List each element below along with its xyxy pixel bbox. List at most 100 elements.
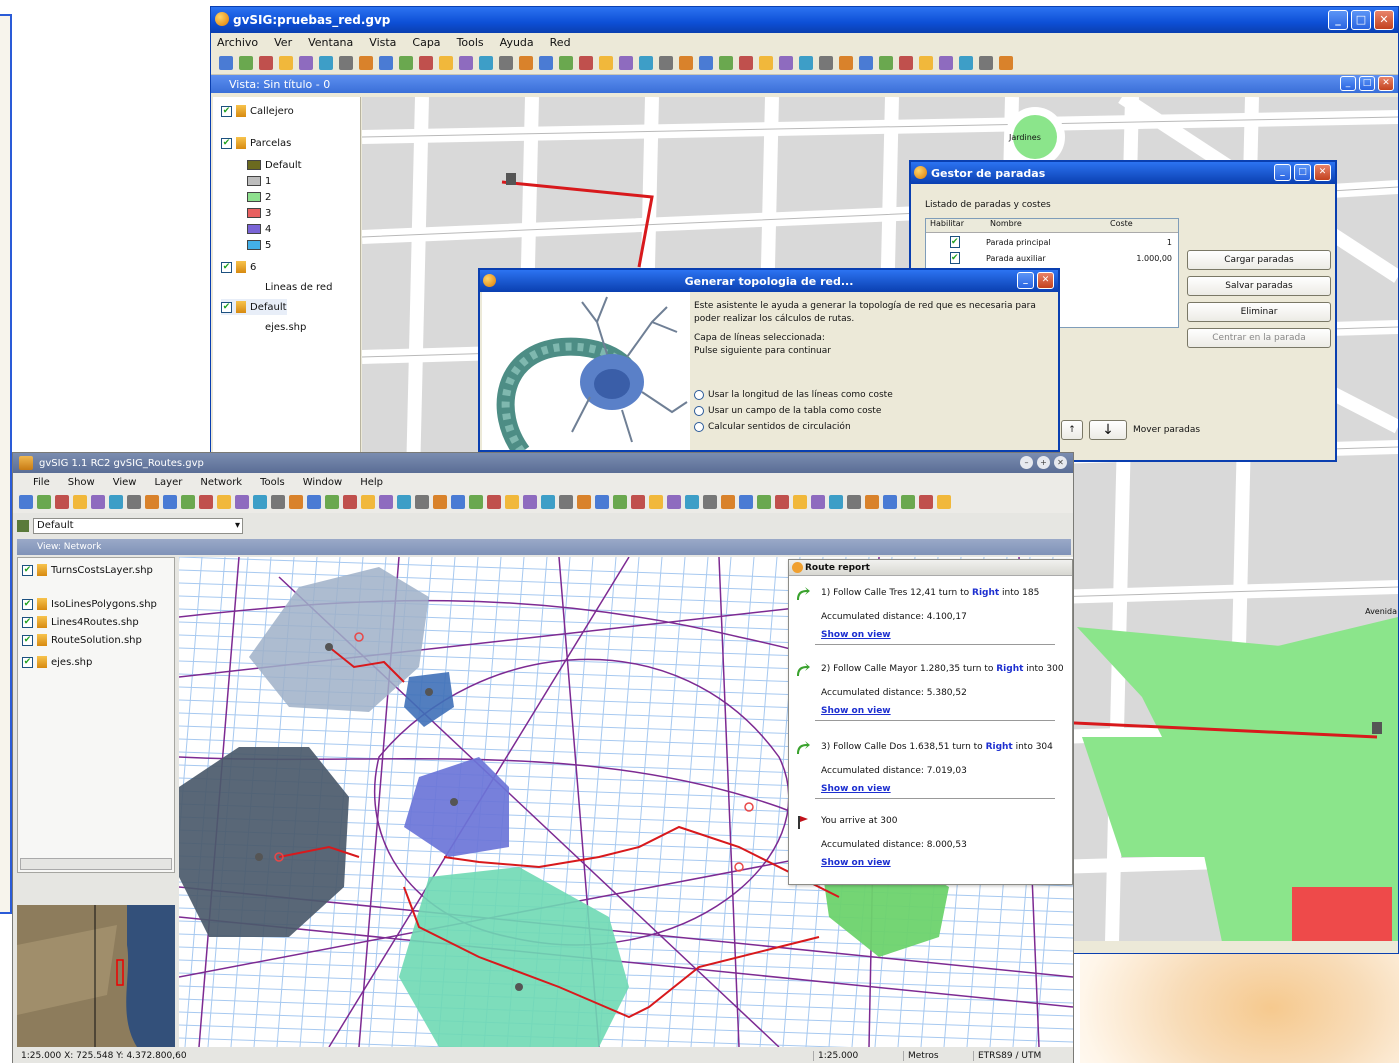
table-header[interactable]: Coste (1106, 219, 1176, 232)
front-map-canvas[interactable]: Route report 1) Follow Calle Tres 12,41 … (179, 557, 1073, 1047)
toolbar-tool-icon[interactable] (539, 55, 553, 70)
menu-item[interactable]: Network (200, 477, 242, 488)
toolbar-tool-icon[interactable] (73, 495, 87, 509)
toolbar-tool-icon[interactable] (937, 495, 951, 509)
toolbar-tool-icon[interactable] (703, 495, 717, 509)
toolbar-tool-icon[interactable] (479, 55, 493, 70)
menu-item[interactable]: Help (360, 477, 383, 488)
toolbar-tool-icon[interactable] (839, 55, 853, 70)
toolbar-tool-icon[interactable] (577, 495, 591, 509)
menu-item[interactable]: Window (303, 477, 342, 488)
toolbar-tool-icon[interactable] (239, 55, 253, 70)
toolbar-tool-icon[interactable] (759, 55, 773, 70)
toolbar-tool-icon[interactable] (253, 495, 267, 509)
toolbar-tool-icon[interactable] (919, 495, 933, 509)
center-flag-button[interactable]: Centrar en la parada (1187, 328, 1331, 348)
toc-layer[interactable]: ✔ Parcelas (221, 135, 291, 151)
toolbar-tool-icon[interactable] (379, 55, 393, 70)
menu-item[interactable]: View (113, 477, 137, 488)
close-button[interactable]: ✕ (1314, 164, 1331, 181)
menu-item[interactable]: Vista (369, 36, 396, 49)
toolbar-tool-icon[interactable] (979, 55, 993, 70)
view-minimize-button[interactable]: _ (1340, 76, 1356, 91)
toc-layer[interactable]: ✔ IsoLinesPolygons.shp (22, 596, 157, 612)
close-button[interactable]: ✕ (1037, 272, 1054, 289)
toc-layer[interactable]: ✔ ejes.shp (22, 654, 92, 670)
layer-checkbox[interactable]: ✔ (22, 616, 33, 628)
delete-flag-button[interactable]: Eliminar (1187, 302, 1331, 322)
toolbar-tool-icon[interactable] (919, 55, 933, 70)
route-report-header[interactable]: Route report (789, 560, 1072, 576)
toc-scrollbar[interactable] (20, 858, 172, 870)
layer-checkbox[interactable]: ✔ (22, 598, 33, 610)
toolbar-tool-icon[interactable] (459, 55, 473, 70)
layer-checkbox[interactable]: ✔ (221, 105, 232, 117)
toolbar-tool-icon[interactable] (181, 495, 195, 509)
toolbar-tool-icon[interactable] (595, 495, 609, 509)
maximize-button[interactable]: □ (1351, 10, 1371, 30)
back-view-titlebar[interactable]: Vista: Sin título - 0 _ □ ✕ (211, 75, 1398, 93)
toolbar-tool-icon[interactable] (19, 495, 33, 509)
toolbar-tool-icon[interactable] (659, 55, 673, 70)
show-on-view-link[interactable]: Show on view (821, 858, 891, 868)
toolbar-tool-icon[interactable] (433, 495, 447, 509)
toolbar-tool-icon[interactable] (325, 495, 339, 509)
minimize-button[interactable]: _ (1328, 10, 1348, 30)
toc-layer[interactable]: ✔ 6 (221, 259, 256, 275)
toolbar-tool-icon[interactable] (721, 495, 735, 509)
toolbar-tool-icon[interactable] (415, 495, 429, 509)
toc-layer-selected[interactable]: ✔ Default (221, 299, 287, 315)
menu-item[interactable]: Tools (260, 477, 285, 488)
load-flags-button[interactable]: Cargar paradas (1187, 250, 1331, 270)
view-close-button[interactable]: ✕ (1378, 76, 1394, 91)
toolbar-tool-icon[interactable] (999, 55, 1013, 70)
toolbar-tool-icon[interactable] (901, 495, 915, 509)
menu-item[interactable]: Show (68, 477, 95, 488)
toc-layer[interactable]: ✔ RouteSolution.shp (22, 632, 142, 648)
toolbar-tool-icon[interactable] (343, 495, 357, 509)
scale-combo[interactable]: Default (33, 518, 243, 534)
save-flags-button[interactable]: Salvar paradas (1187, 276, 1331, 296)
toolbar-tool-icon[interactable] (519, 55, 533, 70)
toolbar-tool-icon[interactable] (379, 495, 393, 509)
menu-item[interactable]: Layer (154, 477, 182, 488)
menu-item[interactable]: Archivo (217, 36, 258, 49)
toolbar-tool-icon[interactable] (91, 495, 105, 509)
topology-dialog-titlebar[interactable]: Generar topologia de red... _ ✕ (480, 270, 1058, 292)
toolbar-tool-icon[interactable] (541, 495, 555, 509)
toolbar-tool-icon[interactable] (799, 55, 813, 70)
layer-checkbox[interactable]: ✔ (22, 656, 33, 668)
toolbar-tool-icon[interactable] (451, 495, 465, 509)
toolbar-tool-icon[interactable] (419, 55, 433, 70)
maximize-button[interactable]: + (1037, 456, 1050, 469)
toolbar-tool-icon[interactable] (37, 495, 51, 509)
toolbar-tool-icon[interactable] (719, 55, 733, 70)
toolbar-tool-icon[interactable] (199, 495, 213, 509)
toolbar-tool-icon[interactable] (219, 55, 233, 70)
toolbar-tool-icon[interactable] (145, 495, 159, 509)
toolbar-tool-icon[interactable] (599, 55, 613, 70)
close-button[interactable]: ✕ (1374, 10, 1394, 30)
toolbar-tool-icon[interactable] (339, 55, 353, 70)
toolbar-tool-icon[interactable] (883, 495, 897, 509)
toolbar-tool-icon[interactable] (307, 495, 321, 509)
toolbar-tool-icon[interactable] (439, 55, 453, 70)
toolbar-tool-icon[interactable] (613, 495, 627, 509)
toolbar-tool-icon[interactable] (757, 495, 771, 509)
toolbar-tool-icon[interactable] (667, 495, 681, 509)
toolbar-tool-icon[interactable] (939, 55, 953, 70)
overview-map[interactable] (17, 905, 175, 1047)
show-on-view-link[interactable]: Show on view (821, 630, 891, 640)
toolbar-tool-icon[interactable] (299, 55, 313, 70)
toolbar-tool-icon[interactable] (559, 495, 573, 509)
show-on-view-link[interactable]: Show on view (821, 706, 891, 716)
toolbar-tool-icon[interactable] (217, 495, 231, 509)
option-length-cost[interactable]: Usar la longitud de las líneas como cost… (694, 390, 1058, 400)
menu-item[interactable]: Ver (274, 36, 292, 49)
toolbar-tool-icon[interactable] (865, 495, 879, 509)
toolbar-tool-icon[interactable] (679, 55, 693, 70)
toolbar-tool-icon[interactable] (619, 55, 633, 70)
menu-item[interactable]: Ventana (308, 36, 353, 49)
toolbar-tool-icon[interactable] (487, 495, 501, 509)
toolbar-tool-icon[interactable] (289, 495, 303, 509)
